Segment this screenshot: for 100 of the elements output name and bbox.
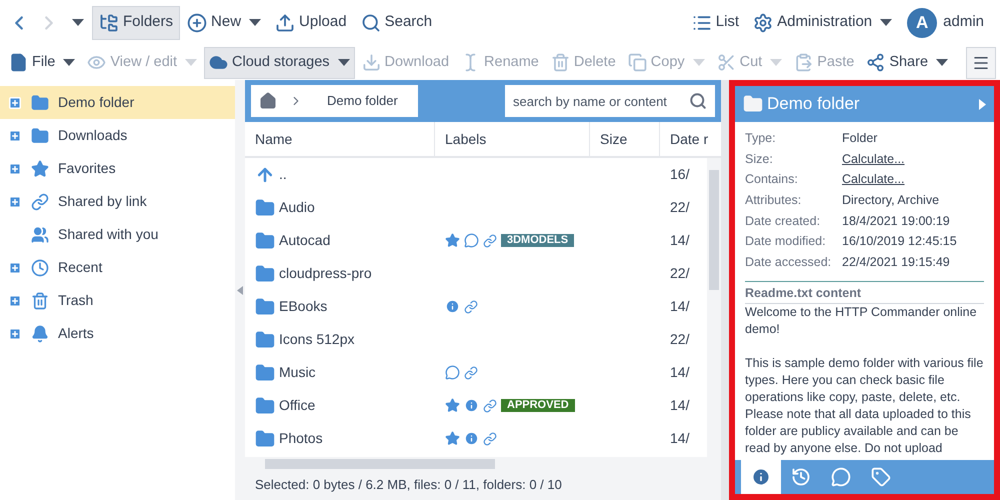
date-cell: 16/ — [670, 166, 690, 182]
toolbar-button[interactable]: Upload — [268, 6, 354, 40]
folder-icon — [255, 198, 275, 218]
folder-icon — [255, 264, 275, 284]
property-value: 18/4/2021 19:00:19 — [842, 212, 950, 230]
folder-icon — [31, 126, 49, 144]
caret-icon — [692, 59, 705, 66]
file-row[interactable]: cloudpress-pro 22/ — [245, 257, 707, 290]
home-icon[interactable] — [259, 92, 277, 110]
column-header[interactable]: Name — [245, 122, 435, 156]
menu-button[interactable] — [966, 46, 996, 78]
collapse-right-icon[interactable] — [979, 98, 986, 110]
clipboard-icon — [794, 53, 814, 72]
expand-icon[interactable] — [8, 128, 22, 142]
folder-icon — [743, 94, 763, 114]
toolbar-button[interactable]: Administration — [746, 6, 900, 40]
star-icon — [445, 233, 460, 248]
search-icon[interactable] — [689, 92, 707, 110]
caret-icon — [770, 59, 782, 66]
panel-tab[interactable] — [741, 460, 781, 494]
property-label: Contains: — [745, 171, 799, 188]
sidebar-item[interactable]: Favorites — [0, 152, 235, 185]
caret-icon — [63, 59, 76, 66]
label-tag: 3DMODELS — [501, 234, 574, 247]
file-row[interactable]: Audio 22/ — [245, 191, 707, 224]
expand-icon[interactable] — [8, 162, 22, 176]
sidebar-item[interactable]: Alerts — [0, 317, 235, 350]
breadcrumb-item[interactable]: Demo folder — [315, 91, 410, 111]
folder-icon — [255, 362, 275, 382]
expand-icon[interactable] — [8, 260, 22, 274]
sidebar-item[interactable]: Recent — [0, 251, 235, 284]
file-name: Music — [279, 363, 316, 382]
gear-icon — [753, 12, 774, 32]
download-icon — [362, 53, 381, 72]
property-value: Folder — [842, 130, 878, 147]
user-menu-button[interactable]: A admin — [907, 8, 984, 38]
status-bar: Selected: 0 bytes / 6.2 MB, files: 0 / 11, folders: 0 / 10 — [245, 470, 721, 500]
file-row[interactable]: Icons 512px 22/ — [245, 323, 707, 356]
collapse-left-icon[interactable] — [237, 286, 243, 294]
eye-icon — [87, 53, 106, 72]
calculate-link[interactable]: Calculate... — [842, 150, 905, 168]
sidebar-item[interactable]: Downloads — [0, 119, 235, 152]
file-name: Audio — [279, 198, 315, 217]
column-header[interactable]: Date r — [660, 122, 721, 156]
folder-icon — [31, 94, 49, 112]
file-name: cloudpress-pro — [279, 264, 372, 283]
expand-icon[interactable] — [8, 194, 22, 208]
info-icon — [445, 299, 460, 314]
toolbar-button[interactable]: Share — [861, 46, 954, 78]
folder-icon — [255, 396, 275, 416]
sidebar-item[interactable]: Shared by link — [0, 185, 235, 218]
file-row[interactable]: Photos 14/ — [245, 422, 707, 455]
label-tag: APPROVED — [501, 399, 575, 412]
folder-icon — [255, 296, 275, 316]
caret-icon — [936, 59, 948, 66]
column-header[interactable]: Size — [590, 122, 660, 156]
clock-icon — [31, 258, 49, 276]
date-cell: 14/ — [670, 397, 690, 413]
comment-icon — [831, 467, 851, 487]
calculate-link[interactable]: Calculate... — [842, 170, 905, 190]
trash-icon — [31, 292, 49, 310]
caret-icon — [185, 59, 198, 66]
property-label: Attributes: — [745, 192, 802, 210]
date-cell: 22/ — [670, 265, 690, 281]
expand-icon[interactable] — [8, 96, 22, 110]
toolbar-button[interactable]: List — [684, 6, 746, 40]
link-icon — [464, 300, 478, 314]
sidebar-item[interactable]: Demo folder — [0, 86, 235, 119]
star-icon — [31, 160, 49, 178]
date-cell: 22/ — [670, 199, 690, 215]
property-label: Type: — [745, 130, 777, 147]
file-name: Autocad — [279, 231, 330, 250]
trash-icon — [550, 53, 570, 72]
vertical-scrollbar[interactable] — [707, 158, 721, 457]
toolbar-button[interactable]: Cloud storages — [204, 46, 355, 78]
file-row[interactable]: Autocad 3DMODELS 14/ — [245, 224, 707, 257]
search-field[interactable]: search by name or content — [505, 85, 715, 117]
link-icon — [483, 234, 497, 248]
readme-heading: Readme.txt content — [745, 284, 984, 304]
sidebar-item[interactable]: Shared with you — [0, 218, 235, 251]
comment-icon — [464, 233, 479, 248]
file-row[interactable]: .. 16/ — [245, 158, 707, 191]
property-label: Date modified: — [745, 233, 827, 250]
expand-icon[interactable] — [8, 294, 22, 308]
file-row[interactable]: Office APPROVED 14/ — [245, 389, 707, 422]
date-cell: 14/ — [670, 364, 690, 380]
toolbar-button[interactable]: New — [180, 6, 268, 40]
file-row[interactable]: EBooks 14/ — [245, 290, 707, 323]
date-cell: 14/ — [670, 232, 690, 248]
sidebar-item[interactable]: Trash — [0, 284, 235, 317]
file-row[interactable]: Music 14/ — [245, 356, 707, 389]
toolbar-button[interactable]: File — [4, 46, 80, 78]
upload-icon — [275, 12, 296, 32]
toolbar-button[interactable]: Search — [354, 6, 440, 40]
history-icon — [791, 467, 811, 487]
expand-icon[interactable] — [8, 326, 22, 340]
column-header[interactable]: Labels — [435, 122, 590, 156]
link-icon — [31, 192, 49, 210]
toolbar-button[interactable]: Folders — [92, 6, 180, 40]
plus-circle-icon — [187, 12, 208, 32]
